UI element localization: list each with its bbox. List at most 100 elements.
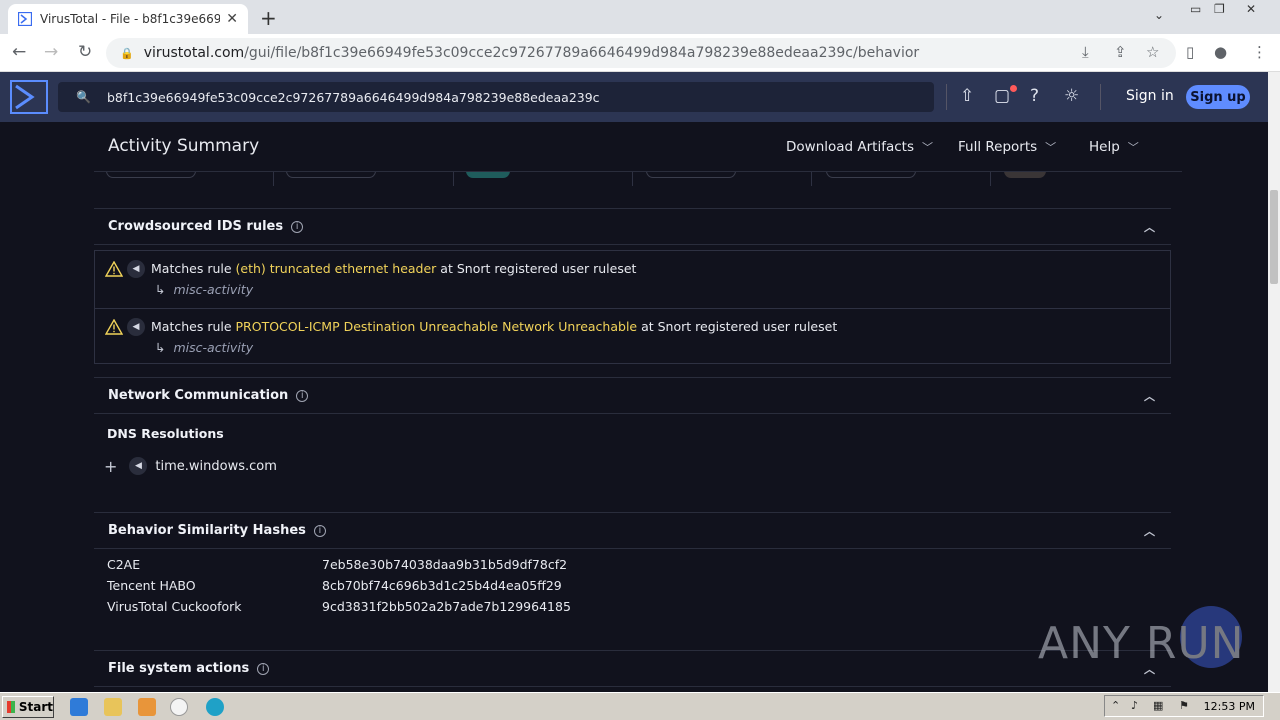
clock[interactable]: 12:53 PM xyxy=(1204,700,1255,713)
search-input[interactable]: 🔍 b8f1c39e66949fe53c09cce2c97267789a6646… xyxy=(58,82,934,112)
sign-up-button[interactable]: Sign up xyxy=(1186,85,1250,109)
windows-flag-icon xyxy=(7,701,15,713)
share-icon[interactable]: ⇪ xyxy=(1114,43,1127,61)
badge xyxy=(286,172,376,178)
info-icon[interactable]: i xyxy=(291,220,304,233)
hash-row: Tencent HABO 8cb70bf74c696b3d1c25b4d4ea05… xyxy=(107,578,562,593)
anyrun-watermark: ANY RUN xyxy=(1038,606,1248,674)
snort-icon: ◀ xyxy=(127,260,145,278)
chevron-up-icon[interactable]: ︿ xyxy=(1144,388,1155,404)
divider xyxy=(946,84,947,110)
hash-key: C2AE xyxy=(107,557,141,572)
action-center-flag-icon[interactable]: ⚑ xyxy=(1179,699,1189,712)
rule-category: ↳ misc-activity xyxy=(155,340,253,355)
section-header[interactable]: Network Communication i ︿ xyxy=(94,378,1171,414)
bookmark-star-icon[interactable]: ☆ xyxy=(1146,43,1159,61)
chevron-up-icon[interactable]: ︿ xyxy=(1144,523,1155,539)
windows-taskbar: Start ⌃ ♪ ▦ ⚑ 12:53 PM xyxy=(0,692,1280,720)
virustotal-logo-icon[interactable] xyxy=(10,80,48,114)
lock-icon: 🔒 xyxy=(120,46,134,60)
browser-menu-icon[interactable]: ⋮ xyxy=(1252,43,1267,61)
page-title: Activity Summary xyxy=(108,136,260,156)
hash-row: C2AE 7eb58e30b74038daa9b31b5d9df78cf2 xyxy=(107,557,567,572)
section-title: Network Communication xyxy=(108,388,289,403)
forward-icon[interactable]: → xyxy=(44,42,58,62)
side-panel-icon[interactable]: ▯ xyxy=(1186,43,1194,61)
rule-suffix: at Snort registered user ruleset xyxy=(436,261,637,276)
tray-expand-icon[interactable]: ⌃ xyxy=(1111,699,1120,712)
browser-tab-bar: VirusTotal - File - b8f1c39e66949fe53 ✕ … xyxy=(0,0,1280,34)
snort-icon: ◀ xyxy=(129,457,148,475)
menu-label: Download Artifacts xyxy=(786,139,914,155)
tab-search-icon[interactable]: ⌄ xyxy=(1154,8,1164,22)
sign-in-link[interactable]: Sign in xyxy=(1126,88,1174,104)
menu-label: Full Reports xyxy=(958,139,1038,155)
hash-value[interactable]: 9cd3831f2bb502a2b7ade7b129964185 xyxy=(322,599,571,614)
hash-key: VirusTotal Cuckoofork xyxy=(107,599,242,614)
expand-icon[interactable]: + xyxy=(104,457,117,476)
vt-header: 🔍 b8f1c39e66949fe53c09cce2c97267789a6646… xyxy=(0,72,1268,122)
menu-label: Help xyxy=(1089,139,1120,155)
download-artifacts-menu[interactable]: Download Artifacts ﹀ xyxy=(786,139,933,155)
hash-value[interactable]: 8cb70bf74c696b3d1c25b4d4ea05ff29 xyxy=(322,578,562,593)
url-domain: virustotal.com xyxy=(143,45,245,61)
section-header[interactable]: Crowdsourced IDS rules i ︿ xyxy=(94,209,1171,245)
sub-arrow-icon: ↳ xyxy=(155,282,166,297)
hash-key: Tencent HABO xyxy=(107,578,196,593)
hash-value[interactable]: 7eb58e30b74038daa9b31b5d9df78cf2 xyxy=(322,557,567,572)
page-scrollbar[interactable] xyxy=(1268,72,1280,692)
start-button[interactable]: Start xyxy=(2,696,54,718)
explorer-icon[interactable] xyxy=(104,698,122,716)
chat-icon[interactable]: ▢ xyxy=(994,86,1010,106)
activity-subheader: Activity Summary Download Artifacts ﹀ Ful… xyxy=(94,122,1182,172)
back-icon[interactable]: ← xyxy=(12,42,26,62)
url-field[interactable]: 🔒 virustotal.com/gui/file/b8f1c39e66949f… xyxy=(106,38,1176,68)
info-icon[interactable]: i xyxy=(296,389,309,402)
badge xyxy=(106,172,196,178)
full-reports-menu[interactable]: Full Reports ﹀ xyxy=(958,139,1056,155)
install-icon[interactable]: ⤓ xyxy=(1082,43,1089,61)
warning-icon xyxy=(105,319,123,335)
help-menu[interactable]: Help ﹀ xyxy=(1089,139,1139,155)
ie-icon[interactable] xyxy=(70,698,88,716)
minimize-button[interactable]: ▭ xyxy=(1190,2,1201,16)
divider xyxy=(273,172,274,186)
chrome-icon[interactable] xyxy=(170,698,188,716)
close-window-button[interactable]: ✕ xyxy=(1246,2,1256,16)
category-label: misc-activity xyxy=(173,340,254,355)
info-icon[interactable]: i xyxy=(257,662,270,675)
section-header[interactable]: Behavior Similarity Hashes i ︿ xyxy=(94,513,1171,549)
info-icon[interactable]: i xyxy=(313,524,326,537)
section-header[interactable]: File system actions i ︿ xyxy=(94,651,1171,687)
dns-domain[interactable]: time.windows.com xyxy=(155,459,277,474)
browser-tab[interactable]: VirusTotal - File - b8f1c39e66949fe53 ✕ xyxy=(8,4,248,34)
edge-icon[interactable] xyxy=(206,698,224,716)
rule-prefix: Matches rule xyxy=(151,261,236,276)
divider xyxy=(1100,84,1101,110)
reload-icon[interactable]: ↻ xyxy=(78,42,92,62)
media-player-icon[interactable] xyxy=(138,698,156,716)
ids-section: Crowdsourced IDS rules i ︿ xyxy=(94,208,1171,245)
volume-icon[interactable]: ♪ xyxy=(1131,699,1138,712)
scrollbar-thumb[interactable] xyxy=(1270,190,1278,284)
section-title: Behavior Similarity Hashes xyxy=(108,523,306,538)
restore-button[interactable]: ❐ xyxy=(1214,2,1225,16)
rule-link[interactable]: PROTOCOL-ICMP Destination Unreachable Ne… xyxy=(236,319,638,334)
rule-prefix: Matches rule xyxy=(151,319,236,334)
network-icon[interactable]: ▦ xyxy=(1153,699,1163,712)
upload-icon[interactable]: ⇧ xyxy=(960,86,974,106)
rule-category: ↳ misc-activity xyxy=(155,282,253,297)
profile-avatar-icon[interactable]: ● xyxy=(1214,43,1227,61)
new-tab-button[interactable]: + xyxy=(260,6,277,30)
theme-toggle-icon[interactable]: ☼ xyxy=(1064,86,1079,106)
filesystem-section: File system actions i ︿ xyxy=(94,650,1171,687)
url-path: /gui/file/b8f1c39e66949fe53c09cce2c97267… xyxy=(244,45,920,61)
chevron-up-icon[interactable]: ︿ xyxy=(1144,219,1155,235)
section-title: Crowdsourced IDS rules xyxy=(108,219,284,234)
rule-link[interactable]: (eth) truncated ethernet header xyxy=(236,261,437,276)
help-icon[interactable]: ? xyxy=(1030,86,1039,106)
sub-arrow-icon: ↳ xyxy=(155,340,166,355)
tab-title: VirusTotal - File - b8f1c39e66949fe53 xyxy=(40,12,221,26)
hash-row: VirusTotal Cuckoofork 9cd3831f2bb502a2b7a… xyxy=(107,599,571,614)
tab-close-icon[interactable]: ✕ xyxy=(226,11,238,27)
